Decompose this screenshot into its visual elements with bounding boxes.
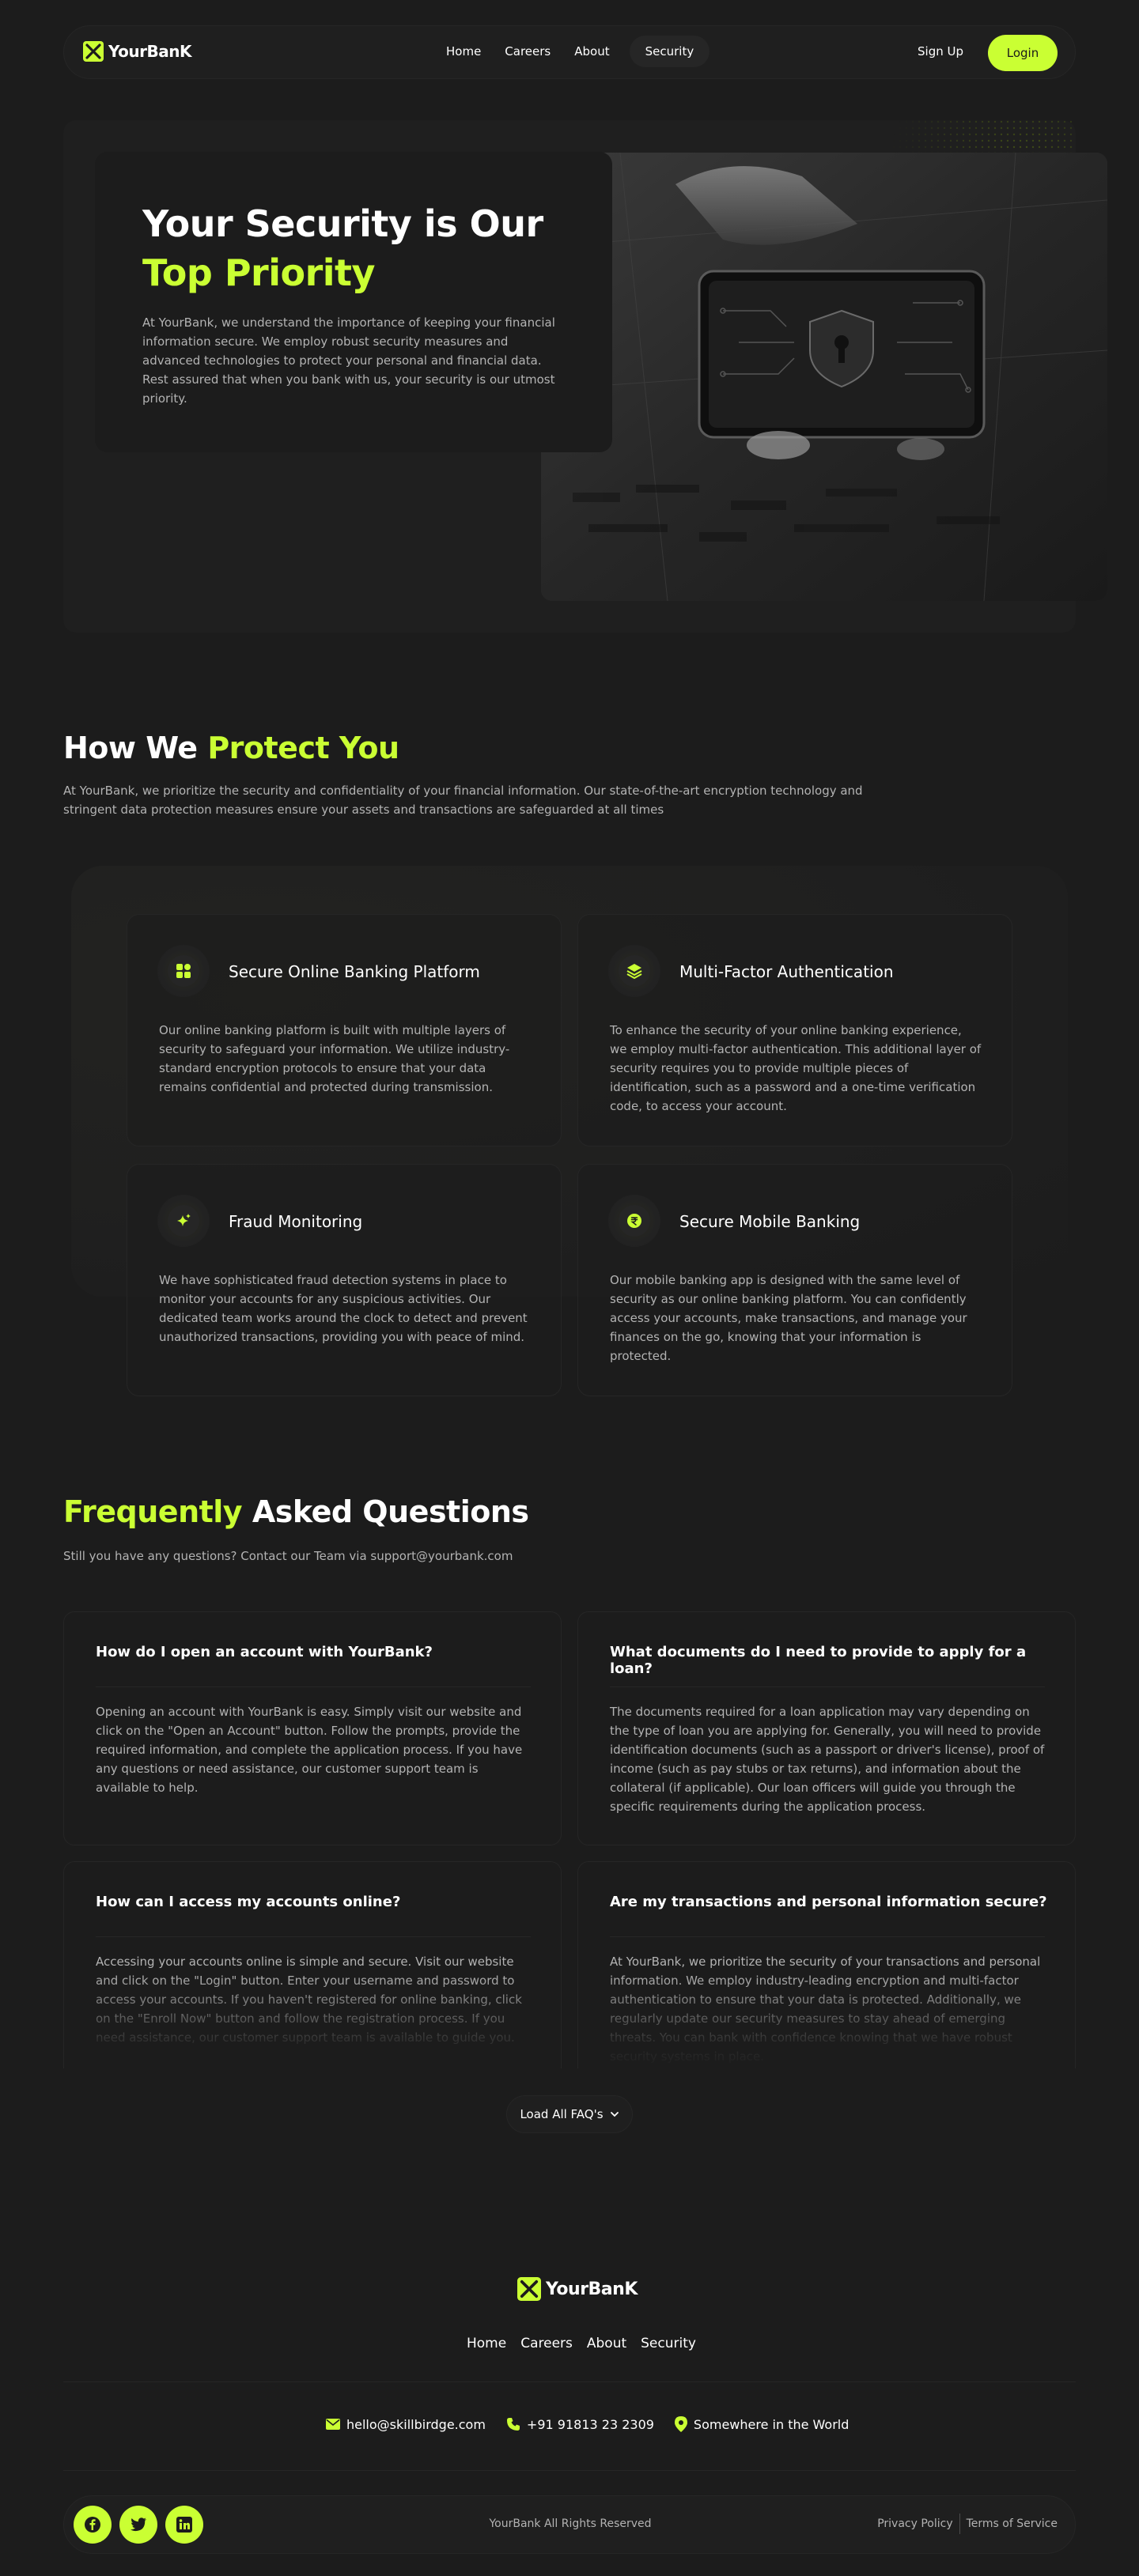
feature-icon-wrap — [157, 1195, 210, 1247]
grid-icon — [176, 964, 191, 978]
chevron-down-icon — [610, 2112, 619, 2117]
phone-icon — [506, 2418, 520, 2431]
faq-subtitle: Still you have any questions? Contact ou… — [63, 1549, 513, 1563]
load-all-faqs-button[interactable]: Load All FAQ's — [506, 2095, 633, 2133]
feature-title: Secure Mobile Banking — [679, 1212, 861, 1231]
feature-description: Our online banking platform is built wit… — [159, 1023, 510, 1094]
location-pin-icon — [674, 2416, 687, 2432]
phone-lock-illustration — [541, 153, 1107, 601]
faq-item[interactable]: How can I access my accounts online? Acc… — [63, 1861, 562, 2068]
faq-question: How do I open an account with YourBank? — [96, 1644, 433, 1660]
copyright-text: YourBank All Rights Reserved — [489, 2517, 652, 2530]
facebook-icon — [85, 2517, 100, 2533]
footer-link-home[interactable]: Home — [467, 2336, 506, 2351]
feature-card-online-banking: Secure Online Banking Platform Our onlin… — [127, 914, 562, 1146]
faq-answer: Opening an account with YourBank is easy… — [96, 1705, 523, 1795]
terms-of-service-link[interactable]: Terms of Service — [967, 2517, 1058, 2530]
footer-link-about[interactable]: About — [587, 2336, 626, 2351]
legal-separator — [959, 2514, 960, 2534]
hero-title: Your Security is Our Top Priority — [142, 199, 554, 297]
linkedin-button[interactable] — [165, 2506, 203, 2544]
protect-title-line-1: How We — [63, 731, 198, 765]
feature-card-mobile-banking: Secure Mobile Banking Our mobile banking… — [577, 1164, 1012, 1396]
footer-phone[interactable]: +91 91813 23 2309 — [506, 2417, 654, 2432]
faq-item[interactable]: How do I open an account with YourBank? … — [63, 1611, 562, 1845]
faq-divider — [96, 1936, 531, 1937]
feature-card-mfa: Multi-Factor Authentication To enhance t… — [577, 914, 1012, 1146]
login-button[interactable]: Login — [988, 35, 1058, 71]
footer-logo-text: YourBanK — [546, 2279, 638, 2299]
footer: YourBanK Home Careers About Security hel… — [0, 2198, 1139, 2576]
nav-links: Home Careers About Security — [436, 36, 710, 67]
footer-location[interactable]: Somewhere in the World — [674, 2416, 850, 2432]
footer-location-text: Somewhere in the World — [693, 2416, 850, 2432]
rupee-icon — [627, 1214, 641, 1228]
signup-link[interactable]: Sign Up — [918, 44, 963, 59]
feature-title: Fraud Monitoring — [229, 1212, 363, 1231]
faq-fade-overlay — [578, 1974, 1075, 2068]
protect-title-highlight: Protect You — [207, 731, 399, 765]
footer-divider — [63, 2470, 1076, 2471]
footer-bottom-bar: YourBank All Rights Reserved Privacy Pol… — [63, 2495, 1076, 2554]
footer-contacts: hello@skillbirdge.com +91 91813 23 2309 … — [326, 2416, 849, 2432]
twitter-button[interactable] — [119, 2506, 157, 2544]
feature-title: Secure Online Banking Platform — [229, 962, 480, 981]
protect-description: At YourBank, we prioritize the security … — [63, 784, 863, 817]
footer-link-security[interactable]: Security — [641, 2336, 696, 2351]
feature-icon-wrap — [608, 945, 660, 997]
twitter-icon — [131, 2517, 146, 2532]
footer-divider — [63, 2381, 1076, 2382]
feature-description: We have sophisticated fraud detection sy… — [159, 1273, 528, 1344]
faq-divider — [610, 1686, 1045, 1687]
faq-question: What documents do I need to provide to a… — [610, 1644, 1027, 1677]
faq-question: Are my transactions and personal informa… — [610, 1894, 1047, 1910]
hero-title-line-1: Your Security is Our — [142, 202, 543, 245]
faq-question: How can I access my accounts online? — [96, 1894, 401, 1910]
logo[interactable]: YourBanK — [83, 41, 191, 62]
footer-email[interactable]: hello@skillbirdge.com — [326, 2417, 486, 2432]
facebook-button[interactable] — [74, 2506, 112, 2544]
layers-icon — [626, 964, 642, 980]
faq-title-highlight: Frequently — [63, 1494, 243, 1529]
security-phone-image — [541, 153, 1107, 601]
feature-title: Multi-Factor Authentication — [679, 962, 894, 981]
hero-section: Your Security is Our Top Priority At You… — [63, 120, 1107, 633]
footer-logo[interactable]: YourBanK — [517, 2277, 638, 2301]
faq-title-rest: Asked Questions — [252, 1494, 529, 1529]
faq-divider — [610, 1936, 1045, 1937]
faq-divider — [96, 1686, 531, 1687]
nav-link-security[interactable]: Security — [629, 36, 710, 67]
footer-phone-text: +91 91813 23 2309 — [526, 2416, 654, 2432]
footer-link-careers[interactable]: Careers — [520, 2336, 573, 2351]
feature-icon-wrap — [157, 945, 210, 997]
feature-card-fraud-monitoring: Fraud Monitoring We have sophisticated f… — [127, 1164, 562, 1396]
logo-icon — [83, 41, 104, 62]
feature-icon-wrap — [608, 1195, 660, 1247]
logo-icon — [517, 2277, 541, 2301]
feature-description: To enhance the security of your online b… — [610, 1023, 982, 1113]
feature-description: Our mobile banking app is designed with … — [610, 1273, 967, 1363]
load-all-faqs-label: Load All FAQ's — [520, 2107, 604, 2121]
footer-legal-links: Privacy Policy Terms of Service — [877, 2514, 1058, 2534]
nav-link-careers[interactable]: Careers — [494, 36, 561, 67]
linkedin-icon — [176, 2517, 192, 2533]
nav-link-about[interactable]: About — [564, 36, 619, 67]
logo-text: YourBanK — [108, 42, 191, 61]
mail-icon — [326, 2419, 340, 2430]
footer-links: Home Careers About Security — [467, 2336, 696, 2351]
faq-item[interactable]: What documents do I need to provide to a… — [577, 1611, 1076, 1845]
sparkle-icon — [177, 1214, 191, 1226]
faq-title: Frequently Asked Questions — [63, 1494, 529, 1529]
protect-title: How We Protect You — [63, 731, 399, 765]
faq-answer: The documents required for a loan applic… — [610, 1705, 1045, 1814]
faq-item[interactable]: Are my transactions and personal informa… — [577, 1861, 1076, 2068]
hero-description: At YourBank, we understand the importanc… — [142, 315, 555, 406]
footer-email-text: hello@skillbirdge.com — [346, 2416, 486, 2432]
faq-fade-overlay — [64, 1974, 561, 2068]
nav-link-home[interactable]: Home — [436, 36, 491, 67]
hero-title-highlight: Top Priority — [142, 251, 376, 294]
privacy-policy-link[interactable]: Privacy Policy — [877, 2517, 952, 2530]
top-navbar: YourBanK Home Careers About Security Sig… — [63, 25, 1076, 79]
